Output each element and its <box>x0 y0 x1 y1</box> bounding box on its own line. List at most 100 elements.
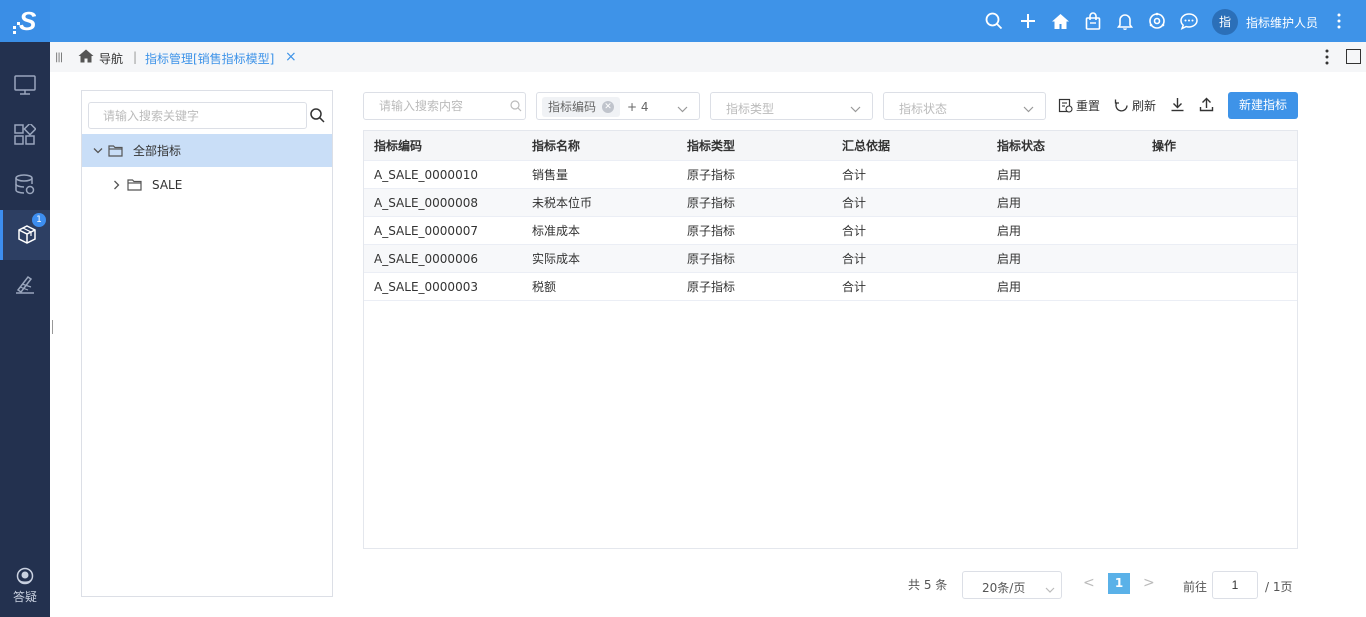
cell-aggregation: 合计 <box>842 252 867 266</box>
cell-code: A_SALE_0000007 <box>374 223 478 238</box>
home-icon[interactable] <box>1050 11 1070 31</box>
tree-search-input[interactable] <box>88 102 307 129</box>
upload-button[interactable] <box>1199 97 1217 112</box>
more-options-icon[interactable] <box>1322 48 1332 66</box>
indicator-code-select[interactable]: 指标编码 ✕ + 4 <box>536 92 700 120</box>
add-icon[interactable] <box>1018 11 1038 31</box>
cell-name: 实际成本 <box>532 252 581 266</box>
tree-node-sale[interactable]: SALE <box>82 168 332 201</box>
download-button[interactable] <box>1170 97 1188 112</box>
user-menu-icon[interactable] <box>1333 11 1345 31</box>
ruler-pen-icon <box>16 275 34 294</box>
prev-page-button[interactable]: < <box>1083 575 1095 591</box>
column-header[interactable]: 汇总依据 <box>842 131 890 160</box>
refresh-button[interactable]: 刷新 <box>1114 97 1156 114</box>
search-icon[interactable] <box>984 11 1004 31</box>
indicator-type-placeholder: 指标类型 <box>726 102 775 116</box>
home-nav-icon[interactable] <box>78 49 94 66</box>
column-header[interactable]: 指标类型 <box>687 131 735 160</box>
table-row[interactable]: A_SALE_0000006 实际成本 原子指标 合计 启用 <box>364 245 1297 273</box>
nav-tab-label[interactable]: 导航 <box>99 50 123 67</box>
cell-aggregation: 合计 <box>842 196 867 210</box>
cell-code: A_SALE_0000008 <box>374 195 478 210</box>
chevron-down-icon <box>850 102 861 116</box>
chevron-right-icon[interactable] <box>111 180 123 190</box>
search-icon[interactable] <box>510 100 522 115</box>
tree-node-label: SALE <box>152 177 183 192</box>
table-row[interactable]: A_SALE_0000010 销售量 原子指标 合计 启用 <box>364 161 1297 189</box>
total-count: 共 5 条 <box>908 578 948 592</box>
settings-network-icon[interactable] <box>1147 11 1167 31</box>
tree-panel: 全部指标 SALE <box>81 90 333 597</box>
rail-indicator-models[interactable]: 1 <box>0 210 50 260</box>
app-logo[interactable]: S <box>0 0 50 42</box>
page-number-current[interactable]: 1 <box>1108 573 1130 594</box>
collapse-menu-icon[interactable]: ||| <box>55 52 63 63</box>
reset-button[interactable]: 重置 <box>1058 97 1100 114</box>
rail-dashboard[interactable] <box>0 110 50 160</box>
help-label: 答疑 <box>12 590 37 604</box>
refresh-label: 刷新 <box>1132 99 1157 113</box>
rail-database[interactable] <box>0 160 50 210</box>
reset-label: 重置 <box>1076 99 1101 113</box>
cell-code: A_SALE_0000010 <box>374 167 478 182</box>
chat-icon[interactable] <box>1179 11 1199 31</box>
indicator-status-placeholder: 指标状态 <box>899 102 948 116</box>
tree-search-icon[interactable] <box>310 108 325 126</box>
left-rail: S 1 答疑 <box>0 0 50 617</box>
cell-status: 启用 <box>997 224 1022 238</box>
table-row[interactable]: A_SALE_0000008 未税本位币 原子指标 合计 启用 <box>364 189 1297 217</box>
table-row[interactable]: A_SALE_0000003 税额 原子指标 合计 启用 <box>364 273 1297 301</box>
cell-type: 原子指标 <box>687 252 736 266</box>
tab-close-icon[interactable]: × <box>285 49 297 65</box>
cell-aggregation: 合计 <box>842 280 867 294</box>
new-indicator-button[interactable]: 新建指标 <box>1228 92 1298 119</box>
cell-type: 原子指标 <box>687 196 736 210</box>
page-size-select[interactable]: 20条/页 <box>962 571 1062 599</box>
cell-code: A_SALE_0000006 <box>374 251 478 266</box>
user-name[interactable]: 指标维护人员 <box>1246 14 1318 31</box>
top-bar: 指 指标维护人员 <box>50 0 1366 42</box>
column-header[interactable]: 操作 <box>1152 131 1176 160</box>
table-row[interactable]: A_SALE_0000007 标准成本 原子指标 合计 启用 <box>364 217 1297 245</box>
cell-name: 未税本位币 <box>532 196 593 210</box>
column-header[interactable]: 指标编码 <box>374 131 422 160</box>
cell-name: 税额 <box>532 280 557 294</box>
panel-splitter[interactable] <box>52 320 54 334</box>
download-icon <box>1171 98 1184 112</box>
indicator-table: 指标编码 指标名称 指标类型 汇总依据 指标状态 操作 A_SALE_00000… <box>363 130 1298 549</box>
column-header[interactable]: 指标状态 <box>997 131 1045 160</box>
help-qa[interactable]: 答疑 <box>0 567 50 605</box>
chevron-down-icon[interactable] <box>92 147 104 155</box>
indicator-status-select[interactable]: 指标状态 <box>883 92 1046 120</box>
next-page-button[interactable]: > <box>1143 575 1155 591</box>
tag-label: 指标编码 <box>548 100 597 114</box>
indicator-type-select[interactable]: 指标类型 <box>710 92 873 120</box>
goto-label: 前往 <box>1183 580 1208 594</box>
fullscreen-icon[interactable] <box>1346 49 1361 64</box>
cell-type: 原子指标 <box>687 168 736 182</box>
page-size-value: 20条/页 <box>982 581 1026 595</box>
goto-page-input[interactable] <box>1212 571 1258 599</box>
tab-indicator-management[interactable]: 指标管理[销售指标模型] <box>145 50 274 67</box>
keyword-search <box>363 92 526 120</box>
cell-code: A_SALE_0000003 <box>374 279 478 294</box>
keyword-search-input[interactable] <box>364 93 509 119</box>
bell-icon[interactable] <box>1115 11 1135 31</box>
shopping-bag-icon[interactable] <box>1083 11 1103 31</box>
tag-clear-icon[interactable]: ✕ <box>602 101 615 113</box>
cell-status: 启用 <box>997 168 1022 182</box>
column-header[interactable]: 指标名称 <box>532 131 580 160</box>
chevron-down-icon <box>1023 102 1034 116</box>
rail-monitor[interactable] <box>0 60 50 110</box>
cell-status: 启用 <box>997 196 1022 210</box>
cell-status: 启用 <box>997 252 1022 266</box>
rail-ruler[interactable] <box>0 260 50 310</box>
tree-node-all-indicators[interactable]: 全部指标 <box>82 134 332 167</box>
tab-strip: ||| 导航 | 指标管理[销售指标模型] × <box>50 42 1366 72</box>
cubes-icon <box>17 225 36 244</box>
reset-icon <box>1058 98 1073 113</box>
total-pages: / 1页 <box>1265 580 1293 594</box>
chevron-down-icon <box>1045 582 1055 596</box>
user-avatar[interactable]: 指 <box>1212 9 1238 35</box>
